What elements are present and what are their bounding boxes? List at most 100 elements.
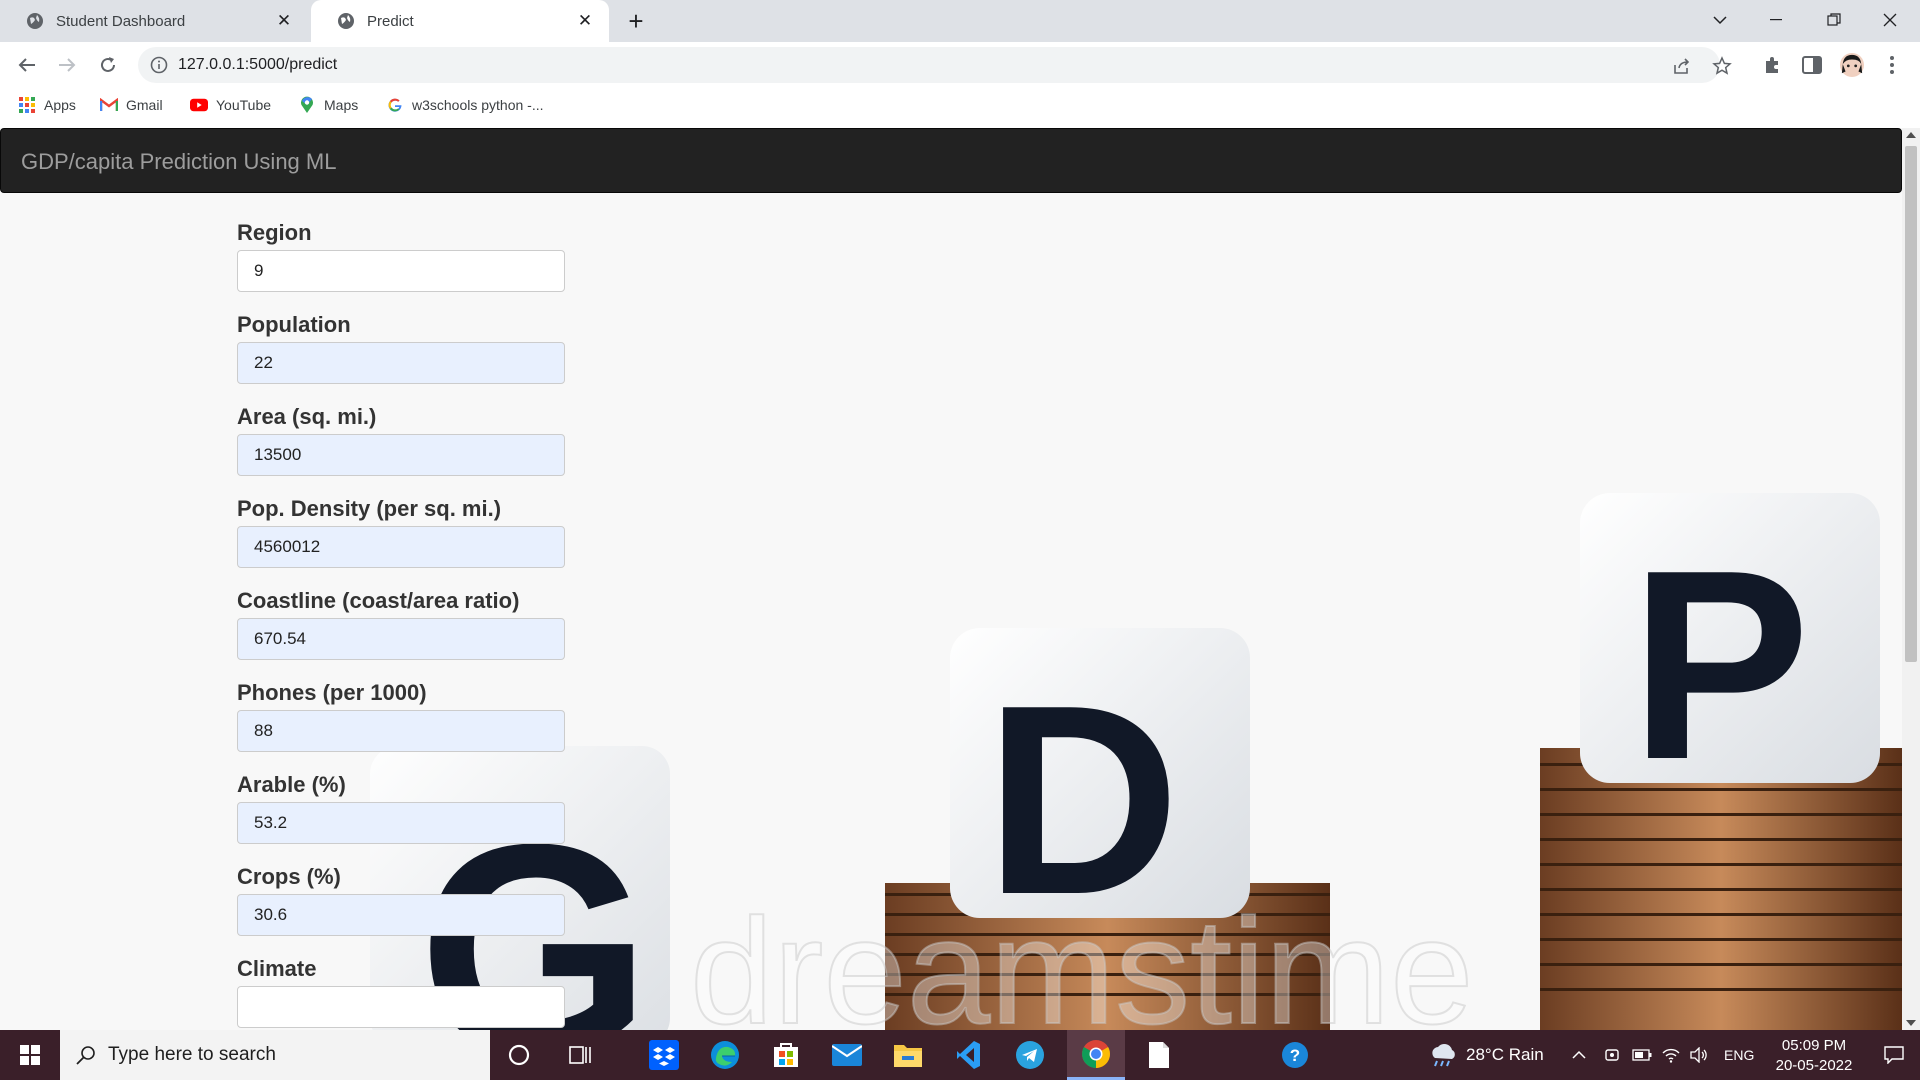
globe-icon: [338, 13, 354, 29]
climate-input[interactable]: [237, 986, 565, 1028]
bookmark-gmail[interactable]: Gmail: [100, 96, 163, 114]
dropbox-icon[interactable]: [635, 1030, 693, 1080]
microsoft-store-icon[interactable]: [757, 1030, 815, 1080]
task-view-icon[interactable]: [551, 1030, 609, 1080]
telegram-icon[interactable]: [1001, 1030, 1059, 1080]
show-hidden-icons-chevron-icon[interactable]: [1572, 1030, 1586, 1080]
population-input[interactable]: [237, 342, 565, 384]
cortana-icon[interactable]: [490, 1030, 548, 1080]
help-icon[interactable]: ?: [1266, 1030, 1324, 1080]
battery-icon[interactable]: [1632, 1030, 1652, 1080]
profile-avatar[interactable]: [1840, 53, 1864, 77]
bookmark-w3schools[interactable]: w3schools python -...: [386, 96, 544, 114]
crops-input[interactable]: [237, 894, 565, 936]
clock-date: 20-05-2022: [1775, 1057, 1853, 1074]
crops-label: Crops (%): [237, 864, 341, 889]
tab-search-chevron-icon[interactable]: [1700, 0, 1740, 40]
pop-density-input[interactable]: [237, 526, 565, 568]
new-tab-button[interactable]: +: [622, 7, 650, 35]
globe-icon: [27, 13, 43, 29]
close-tab-icon[interactable]: ✕: [274, 11, 294, 31]
area-input[interactable]: [237, 434, 565, 476]
back-arrow-icon[interactable]: [12, 50, 42, 80]
region-input[interactable]: [237, 250, 565, 292]
tab-strip: Student Dashboard ✕ Predict ✕ +: [0, 0, 1920, 42]
bookmark-label: Apps: [44, 97, 76, 113]
file-explorer-icon[interactable]: [879, 1030, 937, 1080]
bookmark-label: Gmail: [126, 97, 163, 113]
coastline-input[interactable]: [237, 618, 565, 660]
scroll-up-arrow-icon[interactable]: [1906, 132, 1916, 138]
svg-text:?: ?: [1290, 1046, 1300, 1065]
bookmark-label: Maps: [324, 97, 359, 113]
field-crops: Crops (%): [237, 862, 567, 954]
meet-now-icon[interactable]: [1604, 1030, 1620, 1080]
tab-student-dashboard[interactable]: Student Dashboard ✕: [0, 0, 308, 42]
field-climate: Climate: [237, 954, 567, 1030]
taskbar-search-box[interactable]: Type here to search: [60, 1030, 490, 1080]
phones-input[interactable]: [237, 710, 565, 752]
svg-text:P: P: [1630, 515, 1810, 816]
taskbar-clock[interactable]: 05:09 PM 20-05-2022: [1760, 1036, 1868, 1076]
population-label: Population: [237, 312, 351, 337]
bookmark-label: w3schools python -...: [412, 97, 544, 113]
chrome-menu-icon[interactable]: [1880, 53, 1904, 77]
arable-label: Arable (%): [237, 772, 346, 797]
page-scrollbar[interactable]: [1902, 128, 1920, 1030]
google-icon: [386, 96, 404, 114]
notifications-icon[interactable]: [1868, 1030, 1920, 1080]
close-window-icon[interactable]: [1870, 0, 1910, 40]
extensions-puzzle-icon[interactable]: [1760, 53, 1784, 77]
share-icon[interactable]: [1672, 56, 1692, 76]
scrollbar-thumb[interactable]: [1905, 146, 1917, 662]
search-placeholder: Type here to search: [108, 1044, 276, 1065]
volume-icon[interactable]: [1690, 1030, 1708, 1080]
side-panel-icon[interactable]: [1800, 53, 1824, 77]
rain-cloud-icon: [1432, 1043, 1455, 1067]
language-indicator[interactable]: ENG: [1724, 1030, 1754, 1080]
search-icon: [76, 1046, 95, 1065]
weather-text: 28°C Rain: [1466, 1045, 1544, 1064]
field-arable: Arable (%): [237, 770, 567, 862]
chrome-icon[interactable]: [1067, 1030, 1125, 1080]
mail-icon[interactable]: [818, 1030, 876, 1080]
tab-predict[interactable]: Predict ✕: [311, 0, 609, 42]
pop-density-label: Pop. Density (per sq. mi.): [237, 496, 502, 521]
forward-arrow-icon[interactable]: [52, 50, 82, 80]
close-tab-icon[interactable]: ✕: [575, 11, 595, 31]
url-text: 127.0.0.1:5000/predict: [178, 56, 338, 73]
field-population: Population: [237, 310, 567, 402]
tab-title: Student Dashboard: [56, 12, 186, 30]
bookmark-label: YouTube: [216, 97, 272, 113]
site-info-icon[interactable]: [150, 56, 168, 74]
address-bar[interactable]: 127.0.0.1:5000/predict: [138, 47, 1732, 83]
wifi-icon[interactable]: [1662, 1030, 1680, 1080]
vscode-icon[interactable]: [940, 1030, 998, 1080]
field-pop-density: Pop. Density (per sq. mi.): [237, 494, 567, 586]
brand-title[interactable]: GDP/capita Prediction Using ML: [21, 149, 336, 175]
reload-icon[interactable]: [93, 50, 123, 80]
region-label: Region: [237, 220, 312, 245]
windows-taskbar: Type here to search ? 28°C Rain ENG 05:0…: [0, 1030, 1920, 1080]
restore-icon[interactable]: [1814, 0, 1854, 40]
weather-widget[interactable]: 28°C Rain: [1428, 1030, 1544, 1080]
scroll-down-arrow-icon[interactable]: [1906, 1020, 1916, 1026]
minimize-icon[interactable]: [1756, 0, 1796, 40]
youtube-icon: [190, 96, 208, 114]
coastline-label: Coastline (coast/area ratio): [237, 588, 520, 613]
page-viewport: G D P dreamstime GDP/capita Prediction U…: [0, 128, 1920, 1030]
bookmark-apps[interactable]: Apps: [18, 96, 76, 114]
top-navbar: GDP/capita Prediction Using ML: [0, 128, 1902, 193]
windows-start-icon[interactable]: [0, 1030, 60, 1080]
bookmark-maps[interactable]: Maps: [298, 96, 358, 114]
field-region: Region: [237, 218, 567, 310]
notepad-file-icon[interactable]: [1130, 1030, 1188, 1080]
arable-input[interactable]: [237, 802, 565, 844]
tab-title: Predict: [367, 12, 414, 30]
edge-icon[interactable]: [696, 1030, 754, 1080]
bookmark-star-icon[interactable]: [1712, 56, 1732, 76]
maps-icon: [298, 96, 316, 114]
bookmark-youtube[interactable]: YouTube: [190, 96, 271, 114]
phones-label: Phones (per 1000): [237, 680, 427, 705]
gmail-icon: [100, 96, 118, 114]
